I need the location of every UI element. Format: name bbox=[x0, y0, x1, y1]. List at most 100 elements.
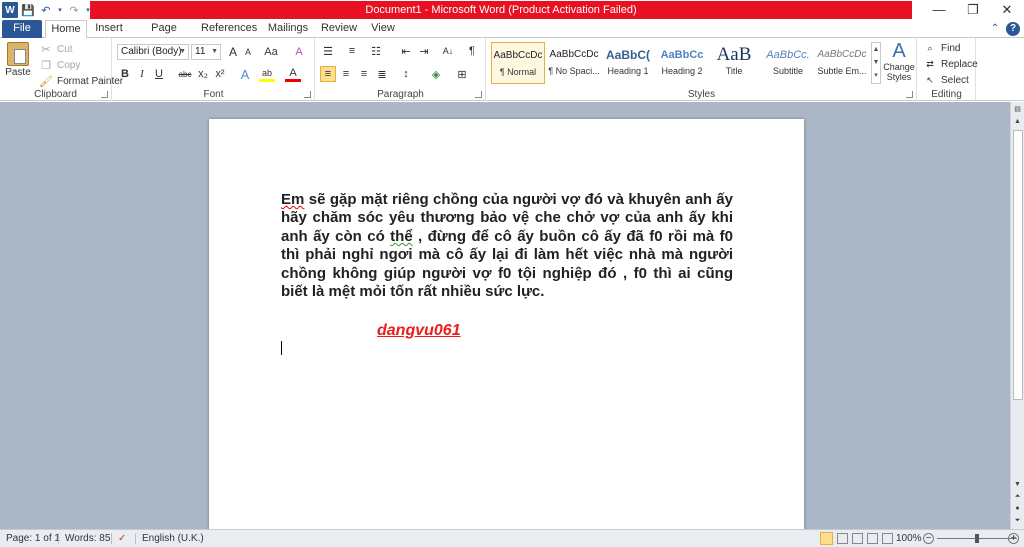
clear-formatting-icon: A bbox=[295, 46, 303, 58]
body-paragraph[interactable]: Em sẽ gặp mặt riêng chồng của người vợ đ… bbox=[281, 191, 733, 301]
change-case-button[interactable]: Aa bbox=[263, 44, 279, 60]
superscript-button[interactable]: x² bbox=[212, 66, 228, 82]
browse-object-icon[interactable]: ● bbox=[1011, 503, 1024, 515]
undo-dropdown-icon[interactable]: ▾ bbox=[56, 2, 64, 18]
page-indicator[interactable]: Page: 1 of 1 bbox=[6, 530, 60, 547]
style-preview: AaB bbox=[716, 44, 752, 65]
italic-button[interactable]: I bbox=[134, 66, 150, 82]
minimize-ribbon-icon[interactable]: ⌃ bbox=[988, 22, 1002, 36]
draft-view-icon[interactable] bbox=[882, 533, 893, 544]
grammar-flag-word[interactable]: thể bbox=[390, 228, 413, 245]
styles-gallery-scroll[interactable]: ▲ ▼ ▾ bbox=[871, 42, 881, 84]
tab-insert[interactable]: Insert bbox=[90, 20, 128, 38]
ruler-toggle-icon[interactable]: ▤ bbox=[1011, 104, 1024, 116]
scroll-up-icon[interactable]: ▲ bbox=[1011, 116, 1024, 128]
font-launcher-icon[interactable] bbox=[304, 91, 311, 98]
zoom-level[interactable]: 100% bbox=[896, 530, 922, 547]
shading-button[interactable]: ◈ bbox=[428, 66, 444, 82]
show-marks-button[interactable]: ¶ bbox=[464, 43, 480, 59]
subscript-button[interactable]: x₂ bbox=[195, 66, 211, 82]
bullets-button[interactable]: ☰ bbox=[320, 43, 336, 59]
spellcheck-word[interactable]: Em bbox=[281, 191, 304, 208]
save-icon[interactable]: 💾 bbox=[20, 2, 36, 18]
format-painter-button[interactable]: 🖌 Format Painter bbox=[38, 73, 123, 89]
zoom-in-icon[interactable]: + bbox=[1008, 533, 1019, 544]
align-right-button[interactable]: ≡ bbox=[356, 66, 372, 82]
zoom-out-icon[interactable]: − bbox=[923, 533, 934, 544]
tab-references[interactable]: References bbox=[201, 20, 257, 38]
copy-button[interactable]: ❐ Copy bbox=[38, 57, 80, 73]
style-heading-1[interactable]: AaBbC( Heading 1 bbox=[601, 42, 655, 84]
change-styles-button[interactable]: A Change Styles bbox=[883, 40, 915, 82]
line-spacing-button[interactable]: ↕ bbox=[398, 66, 414, 82]
replace-label: Replace bbox=[941, 58, 978, 70]
scroll-thumb[interactable] bbox=[1013, 130, 1023, 400]
chevron-down-icon: ▼ bbox=[179, 48, 186, 55]
previous-page-icon[interactable]: ⏶ bbox=[1011, 491, 1024, 503]
tab-home[interactable]: Home bbox=[45, 20, 87, 39]
paragraph-launcher-icon[interactable] bbox=[475, 91, 482, 98]
highlight-button[interactable]: ab bbox=[259, 66, 275, 82]
align-left-button[interactable]: ≡ bbox=[320, 66, 336, 82]
styles-launcher-icon[interactable] bbox=[906, 91, 913, 98]
increase-indent-button[interactable]: ⇥ bbox=[416, 43, 432, 59]
restore-button[interactable]: ❐ bbox=[956, 0, 990, 20]
tab-mailings[interactable]: Mailings bbox=[265, 20, 311, 38]
shrink-font-button[interactable]: A bbox=[240, 44, 256, 60]
sort-button[interactable]: A↓ bbox=[440, 43, 456, 59]
numbering-button[interactable]: ≡ bbox=[344, 43, 360, 59]
print-layout-view-icon[interactable] bbox=[820, 532, 833, 545]
language-indicator[interactable]: English (U.K.) bbox=[142, 530, 204, 547]
align-center-button[interactable]: ≡ bbox=[338, 66, 354, 82]
proofing-icon[interactable]: ✓ bbox=[118, 530, 126, 547]
next-page-icon[interactable]: ⏷ bbox=[1011, 515, 1024, 527]
help-icon[interactable]: ? bbox=[1006, 22, 1020, 36]
font-name-select[interactable]: Calibri (Body) ▼ bbox=[117, 44, 189, 60]
clear-formatting-button[interactable]: A bbox=[291, 44, 307, 60]
find-label: Find bbox=[941, 42, 961, 54]
paste-button[interactable]: Clipboard Paste bbox=[4, 42, 32, 78]
strikethrough-button[interactable]: abc bbox=[177, 66, 193, 82]
scroll-down-icon[interactable]: ▼ bbox=[1011, 479, 1024, 491]
style-heading-2[interactable]: AaBbCc Heading 2 bbox=[655, 42, 709, 84]
document-page[interactable]: Em sẽ gặp mặt riêng chồng của người vợ đ… bbox=[209, 119, 804, 529]
style-no-spacing[interactable]: AaBbCcDc ¶ No Spaci... bbox=[547, 42, 601, 84]
style-normal[interactable]: AaBbCcDc ¶ Normal bbox=[491, 42, 545, 84]
decrease-indent-button[interactable]: ⇤ bbox=[398, 43, 414, 59]
editing-group: ⌕ Find ⇄ Replace ↖ Select Editing bbox=[918, 38, 978, 101]
full-screen-view-icon[interactable] bbox=[837, 533, 848, 544]
outline-view-icon[interactable] bbox=[867, 533, 878, 544]
web-layout-view-icon[interactable] bbox=[852, 533, 863, 544]
find-button[interactable]: ⌕ Find bbox=[922, 40, 960, 56]
replace-button[interactable]: ⇄ Replace bbox=[922, 56, 978, 72]
tab-review[interactable]: Review bbox=[319, 20, 359, 38]
minimize-button[interactable]: — bbox=[922, 0, 956, 20]
style-subtitle[interactable]: AaBbCc. Subtitle bbox=[761, 42, 815, 84]
style-name: Subtle Em... bbox=[817, 66, 867, 76]
underline-button[interactable]: U bbox=[151, 66, 167, 82]
tab-file[interactable]: File bbox=[2, 20, 42, 38]
undo-icon[interactable]: ↶ bbox=[38, 2, 54, 18]
style-subtle-emphasis[interactable]: AaBbCcDc Subtle Em... bbox=[815, 42, 869, 84]
justify-button[interactable]: ≣ bbox=[374, 66, 390, 82]
multilevel-list-button[interactable]: ☷ bbox=[368, 43, 384, 59]
style-title[interactable]: AaB Title bbox=[707, 42, 761, 84]
clipboard-launcher-icon[interactable] bbox=[101, 91, 108, 98]
cut-button[interactable]: ✂ Cut bbox=[38, 41, 72, 57]
font-size-select[interactable]: 11 ▼ bbox=[191, 44, 221, 60]
font-color-button[interactable]: A bbox=[285, 66, 301, 82]
zoom-slider-knob[interactable] bbox=[975, 534, 979, 543]
redo-icon[interactable]: ↷ bbox=[66, 2, 82, 18]
word-logo-icon[interactable]: W bbox=[2, 2, 18, 18]
text-effects-button[interactable]: A bbox=[237, 66, 253, 82]
word-count[interactable]: Words: 85 bbox=[65, 530, 110, 547]
borders-button[interactable]: ⊞ bbox=[454, 66, 470, 82]
vertical-scrollbar[interactable]: ▤ ▲ ▼ ⏶ ● ⏷ bbox=[1010, 102, 1024, 529]
grow-font-button[interactable]: A bbox=[225, 44, 241, 60]
select-button[interactable]: ↖ Select bbox=[922, 72, 969, 88]
tab-view[interactable]: View bbox=[366, 20, 400, 38]
bold-button[interactable]: B bbox=[117, 66, 133, 82]
style-name: Heading 2 bbox=[661, 66, 703, 76]
tab-page-layout[interactable]: Page Layout bbox=[134, 20, 194, 51]
close-button[interactable]: ✕ bbox=[990, 0, 1024, 20]
